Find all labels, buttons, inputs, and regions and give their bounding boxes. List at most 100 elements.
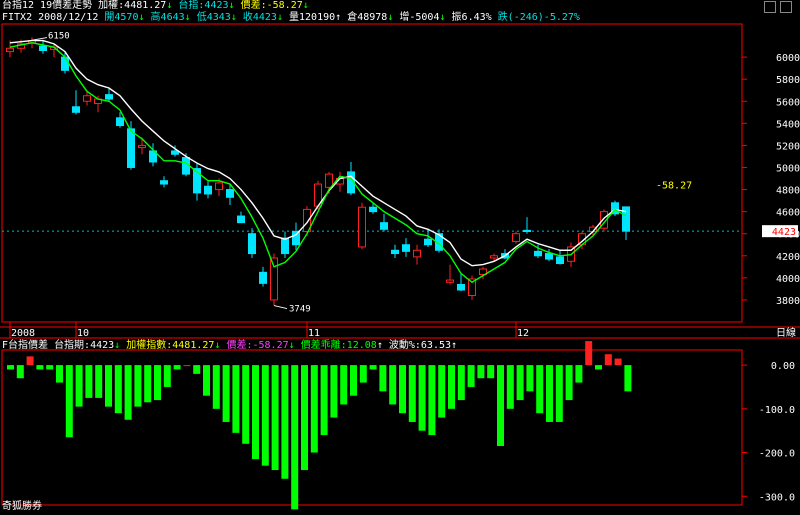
spread-bar <box>389 365 397 405</box>
y-tick-label: 5000 <box>776 163 800 174</box>
candle-body <box>545 253 553 260</box>
spread-bar <box>379 365 387 392</box>
lower-y-tick-label: 0.00 <box>771 361 795 372</box>
spread-bar <box>232 365 240 433</box>
spread-bar <box>7 365 14 370</box>
spread-bar <box>604 354 612 366</box>
spread-bar <box>183 365 191 367</box>
x-tick-label: 12 <box>517 328 529 339</box>
candle-body <box>116 117 124 127</box>
spread-bar <box>350 365 357 396</box>
candle-body <box>325 173 333 188</box>
spread-bar <box>124 365 132 420</box>
spread-bar <box>595 365 602 370</box>
candle-body <box>490 255 498 259</box>
candle-body <box>171 150 179 155</box>
candle-body <box>248 233 256 255</box>
spread-bar <box>546 365 553 422</box>
spread-bar <box>222 365 230 422</box>
upper-panel-frame <box>1 23 743 323</box>
spread-bar <box>320 365 328 436</box>
spread-bar <box>134 365 142 407</box>
spread-bar <box>203 365 210 396</box>
candle-body <box>446 279 454 283</box>
candle-body <box>72 106 80 113</box>
price-spread-chart: 3800400042004400460048005000520054005600… <box>0 23 800 510</box>
candle-body <box>424 238 432 246</box>
y-tick-label: 6000 <box>776 53 800 64</box>
candle-body <box>259 271 267 284</box>
candle-body <box>281 237 289 255</box>
candle-body <box>204 185 212 195</box>
y-tick-label: 4800 <box>776 186 800 197</box>
spread-bar <box>585 341 593 366</box>
spread-bar <box>252 365 259 460</box>
spread-bar <box>144 365 152 403</box>
spread-bar <box>438 365 446 418</box>
candle-body <box>512 233 520 242</box>
candle-body <box>523 229 531 232</box>
spread-bar <box>497 365 504 446</box>
spread-bar <box>448 365 455 409</box>
spread-bar <box>301 365 308 471</box>
spread-bar <box>408 365 416 422</box>
last-price-tag: 4423 <box>772 227 796 238</box>
x-tick-label: 10 <box>77 328 89 339</box>
candle-body <box>402 244 410 252</box>
y-tick-label: 4000 <box>776 274 800 285</box>
spread-bar <box>261 365 269 466</box>
candle-body <box>6 47 14 53</box>
spread-bar <box>46 365 54 370</box>
y-tick-label: 3800 <box>776 296 800 307</box>
candle-body <box>270 257 278 301</box>
y-tick-label: 5800 <box>776 75 800 86</box>
spread-bar <box>26 356 34 366</box>
y-tick-label: 4200 <box>776 252 800 263</box>
x-tick-label: 2008 <box>11 328 35 339</box>
candle-body <box>39 45 47 51</box>
spread-bar <box>56 365 63 383</box>
y-tick-label: 4600 <box>776 208 800 219</box>
ma-line-green <box>9 42 627 284</box>
candle-body <box>556 256 564 265</box>
spread-bar <box>85 365 93 398</box>
spread-bar <box>330 365 338 418</box>
spread-bar <box>399 365 406 414</box>
candle-body <box>380 222 388 230</box>
footer-brand: 奇狐勝券 <box>2 501 42 512</box>
spread-bar <box>36 365 44 370</box>
spread-bar <box>428 365 436 436</box>
spread-bar <box>467 365 475 387</box>
spread-bar <box>614 358 622 366</box>
spread-bar <box>242 365 250 444</box>
candle-body <box>226 189 234 198</box>
spread-bar <box>477 365 485 379</box>
y-tick-label: 5400 <box>776 119 800 130</box>
spread-bar <box>65 365 73 438</box>
spread-bar <box>271 365 279 471</box>
spread-bar <box>516 365 524 401</box>
low-annotation: 3749 <box>289 305 311 315</box>
candle-body <box>127 128 135 168</box>
candle-body <box>61 56 69 71</box>
lower-y-tick-label: -100.0 <box>759 405 795 416</box>
spread-bar <box>95 365 103 398</box>
spread-bar <box>526 365 534 392</box>
spread-bar <box>291 365 299 510</box>
spread-bar <box>624 365 632 392</box>
spread-bar <box>310 365 318 453</box>
spread-bar <box>369 365 377 370</box>
spread-bar <box>536 365 544 414</box>
candle-body <box>292 230 300 246</box>
spread-bar <box>418 365 426 431</box>
candle-body <box>105 94 113 100</box>
candle-body <box>358 206 366 248</box>
spread-bar <box>154 365 161 401</box>
lower-y-tick-label: -200.0 <box>759 449 795 460</box>
spread-bar <box>359 365 367 383</box>
lower-y-tick-label: -300.0 <box>759 492 795 503</box>
spread-bar <box>575 365 583 383</box>
candle-body <box>534 250 542 257</box>
candle-body <box>160 180 168 185</box>
spread-bar <box>281 365 289 479</box>
